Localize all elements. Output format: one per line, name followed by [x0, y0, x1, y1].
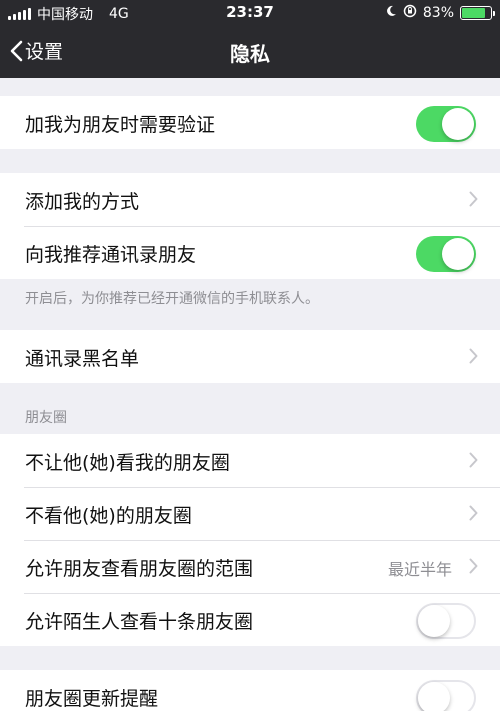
- blacklist-label: 通讯录黑名单: [25, 348, 140, 370]
- moments-row-stranger-ten: 允许陌生人查看十条朋友圈: [0, 593, 500, 646]
- top-bar: 中国移动 4G 23:37 83% 设置 隐私: [0, 0, 500, 78]
- verify-label: 加我为朋友时需要验证: [25, 114, 216, 136]
- blacklist-group: 通讯录黑名单: [0, 330, 500, 383]
- battery-percent: 83%: [422, 5, 454, 21]
- chevron-right-icon: [469, 191, 478, 211]
- moments-item-label: 不看他(她)的朋友圈: [25, 505, 192, 527]
- toggle-knob: [418, 605, 450, 637]
- updates-group: 朋友圈更新提醒: [0, 670, 500, 711]
- verify-toggle[interactable]: [416, 106, 476, 142]
- updates-toggle[interactable]: [416, 680, 476, 711]
- toggle-knob: [442, 238, 474, 270]
- battery-icon: [460, 6, 495, 20]
- nav-bar: 设置 隐私: [0, 26, 500, 78]
- stranger-ten-toggle[interactable]: [416, 603, 476, 639]
- visible-range-value: 最近半年: [387, 560, 452, 579]
- recommend-footer: 开启后，为你推荐已经开通微信的手机联系人。: [25, 291, 319, 307]
- verify-row: 加我为朋友时需要验证: [0, 96, 500, 149]
- chevron-right-icon: [469, 505, 478, 525]
- verify-group: 加我为朋友时需要验证: [0, 96, 500, 149]
- chevron-right-icon: [469, 558, 478, 578]
- moments-section-header: 朋友圈: [25, 410, 67, 426]
- recommend-row: 向我推荐通讯录朋友: [0, 226, 500, 279]
- moments-item-label: 不让他(她)看我的朋友圈: [25, 452, 230, 474]
- moments-row-visible-range[interactable]: 允许朋友查看朋友圈的范围 最近半年: [0, 540, 500, 593]
- page-title: 隐私: [230, 42, 270, 66]
- add-methods-label: 添加我的方式: [25, 191, 140, 213]
- battery-fill: [462, 8, 486, 18]
- toggle-knob: [442, 108, 474, 140]
- moments-row-hide-from[interactable]: 不让他(她)看我的朋友圈: [0, 434, 500, 487]
- updates-label: 朋友圈更新提醒: [25, 688, 159, 710]
- moments-row-hide-theirs[interactable]: 不看他(她)的朋友圈: [0, 487, 500, 540]
- moon-icon: [385, 5, 397, 21]
- moments-item-label: 允许朋友查看朋友圈的范围: [25, 558, 254, 580]
- chevron-right-icon: [469, 452, 478, 472]
- recommend-toggle[interactable]: [416, 236, 476, 272]
- toggle-knob: [418, 682, 450, 711]
- moments-item-label: 允许陌生人查看十条朋友圈: [25, 611, 254, 633]
- contacts-group: 添加我的方式 向我推荐通讯录朋友: [0, 173, 500, 279]
- chevron-right-icon: [469, 348, 478, 368]
- add-methods-row[interactable]: 添加我的方式: [0, 173, 500, 226]
- recommend-label: 向我推荐通讯录朋友: [25, 244, 197, 266]
- status-bar: 中国移动 4G 23:37 83%: [0, 0, 500, 26]
- blacklist-row[interactable]: 通讯录黑名单: [0, 330, 500, 383]
- rotation-lock-icon: [403, 4, 417, 22]
- updates-row: 朋友圈更新提醒: [0, 670, 500, 711]
- moments-group: 不让他(她)看我的朋友圈 不看他(她)的朋友圈 允许朋友查看朋友圈的范围 最近半…: [0, 434, 500, 646]
- status-right: 83%: [385, 4, 495, 22]
